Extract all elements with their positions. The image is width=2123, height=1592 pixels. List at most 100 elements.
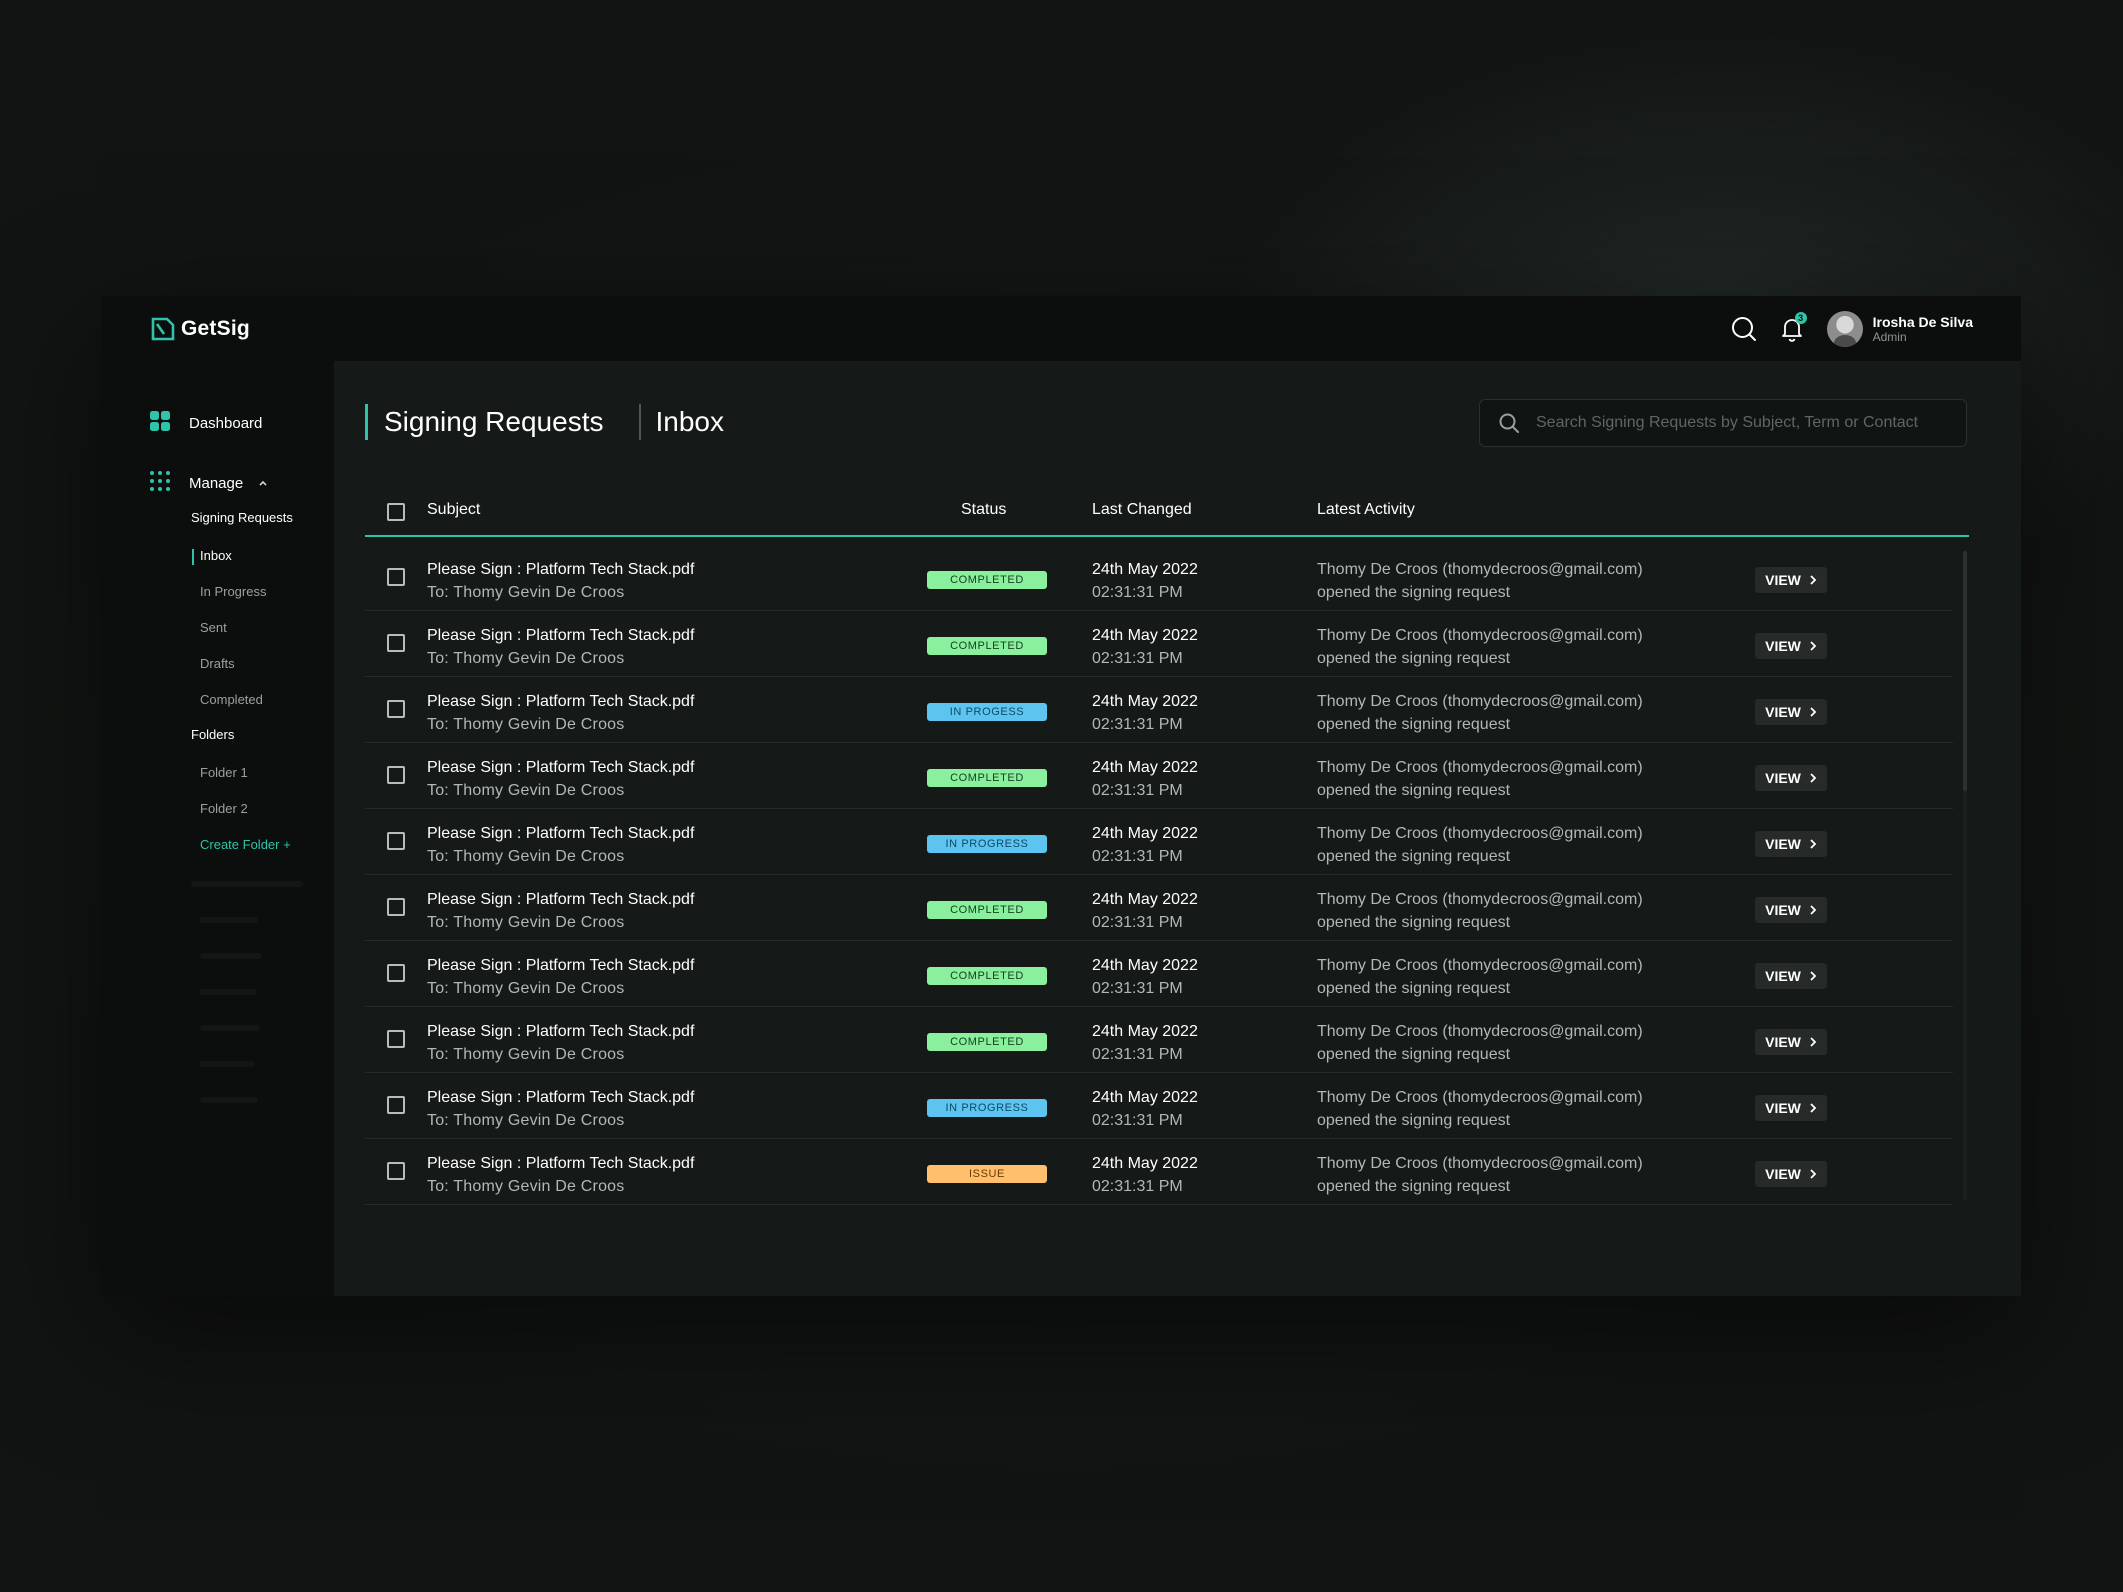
view-button[interactable]: VIEW xyxy=(1755,765,1827,791)
title-divider xyxy=(639,404,642,440)
row-subject: Please Sign : Platform Tech Stack.pdf xyxy=(427,957,695,974)
requests-table: Subject Status Last Changed Latest Activ… xyxy=(365,487,1969,1205)
row-checkbox[interactable] xyxy=(387,832,405,850)
view-button[interactable]: VIEW xyxy=(1755,897,1827,923)
column-status[interactable]: Status xyxy=(961,501,1006,519)
column-subject[interactable]: Subject xyxy=(427,501,480,519)
sidebar-item-inbox[interactable]: Inbox xyxy=(200,548,232,563)
sidebar-item-manage[interactable]: Manage xyxy=(149,470,269,496)
table-row[interactable]: Please Sign : Platform Tech Stack.pdf To:… xyxy=(365,1139,1953,1205)
faded-nav-item xyxy=(200,989,256,995)
manage-icon xyxy=(149,470,171,496)
row-subject: Please Sign : Platform Tech Stack.pdf xyxy=(427,561,695,578)
view-button[interactable]: VIEW xyxy=(1755,567,1827,593)
logo[interactable]: GetSig xyxy=(151,316,250,342)
view-button[interactable]: VIEW xyxy=(1755,1095,1827,1121)
row-activity: Thomy De Croos (thomydecroos@gmail.com) xyxy=(1317,561,1643,578)
table-row[interactable]: Please Sign : Platform Tech Stack.pdf To:… xyxy=(365,743,1953,809)
user-info[interactable]: Irosha De Silva Admin xyxy=(1873,314,1973,344)
row-checkbox[interactable] xyxy=(387,1030,405,1048)
view-button[interactable]: VIEW xyxy=(1755,1161,1827,1187)
page-title: Signing Requests xyxy=(384,406,604,437)
table-row[interactable]: Please Sign : Platform Tech Stack.pdf To:… xyxy=(365,677,1953,743)
row-date: 24th May 2022 xyxy=(1092,627,1198,644)
sidebar-item-label: Manage xyxy=(189,474,244,492)
view-button[interactable]: VIEW xyxy=(1755,831,1827,857)
row-date: 24th May 2022 xyxy=(1092,825,1198,842)
row-checkbox[interactable] xyxy=(387,964,405,982)
row-checkbox[interactable] xyxy=(387,1096,405,1114)
row-checkbox[interactable] xyxy=(387,766,405,784)
row-activity: Thomy De Croos (thomydecroos@gmail.com) xyxy=(1317,891,1643,908)
table-row[interactable]: Please Sign : Platform Tech Stack.pdf To:… xyxy=(365,1073,1953,1139)
row-activity: Thomy De Croos (thomydecroos@gmail.com) xyxy=(1317,693,1643,710)
status-badge: COMPLETED xyxy=(927,1033,1047,1051)
sidebar-item-in-progress[interactable]: In Progress xyxy=(200,584,266,599)
table-row[interactable]: Please Sign : Platform Tech Stack.pdf To:… xyxy=(365,611,1953,677)
select-all-checkbox[interactable] xyxy=(387,503,405,521)
faded-nav-item xyxy=(200,1097,258,1103)
chevron-right-icon xyxy=(1809,1036,1817,1048)
row-subject: Please Sign : Platform Tech Stack.pdf xyxy=(427,627,695,644)
column-latest-activity[interactable]: Latest Activity xyxy=(1317,501,1415,519)
table-row[interactable]: Please Sign : Platform Tech Stack.pdf To:… xyxy=(365,545,1953,611)
table-row[interactable]: Please Sign : Platform Tech Stack.pdf To:… xyxy=(365,1007,1953,1073)
view-button-label: VIEW xyxy=(1765,572,1801,588)
backdrop: GetSig 3 Irosha De Silva Admin Dashboard… xyxy=(0,0,2123,1592)
faded-nav-item xyxy=(200,1061,254,1067)
row-checkbox[interactable] xyxy=(387,1162,405,1180)
sidebar-item-folder-1[interactable]: Folder 1 xyxy=(200,765,248,780)
view-button[interactable]: VIEW xyxy=(1755,1029,1827,1055)
row-subject: Please Sign : Platform Tech Stack.pdf xyxy=(427,693,695,710)
view-button[interactable]: VIEW xyxy=(1755,633,1827,659)
scrollbar-thumb[interactable] xyxy=(1963,551,1967,791)
create-folder-link[interactable]: Create Folder + xyxy=(200,837,291,852)
row-date: 24th May 2022 xyxy=(1092,561,1198,578)
sidebar-item-folder-2[interactable]: Folder 2 xyxy=(200,801,248,816)
row-activity: Thomy De Croos (thomydecroos@gmail.com) xyxy=(1317,627,1643,644)
row-activity-detail: opened the signing request xyxy=(1317,650,1511,667)
row-recipient: To: Thomy Gevin De Croos xyxy=(427,584,625,601)
row-subject: Please Sign : Platform Tech Stack.pdf xyxy=(427,891,695,908)
sidebar-item-folders[interactable]: Folders xyxy=(191,727,234,742)
topbar-actions: 3 Irosha De Silva Admin xyxy=(1729,310,1973,348)
title-accent xyxy=(365,404,368,440)
user-name: Irosha De Silva xyxy=(1872,314,1973,330)
row-subject: Please Sign : Platform Tech Stack.pdf xyxy=(427,825,695,842)
view-button[interactable]: VIEW xyxy=(1755,699,1827,725)
status-badge: IN PROGRESS xyxy=(927,1099,1047,1117)
chevron-up-icon[interactable] xyxy=(257,477,269,489)
scrollbar[interactable] xyxy=(1963,551,1967,1201)
chevron-right-icon xyxy=(1809,970,1817,982)
row-checkbox[interactable] xyxy=(387,898,405,916)
sidebar-item-sent[interactable]: Sent xyxy=(200,620,227,635)
bell-icon[interactable]: 3 xyxy=(1777,312,1807,344)
search-icon[interactable] xyxy=(1729,314,1759,344)
chevron-right-icon xyxy=(1809,1102,1817,1114)
status-badge: ISSUE xyxy=(927,1165,1047,1183)
chevron-right-icon xyxy=(1809,772,1817,784)
row-time: 02:31:31 PM xyxy=(1092,650,1183,667)
row-activity-detail: opened the signing request xyxy=(1317,980,1511,997)
row-checkbox[interactable] xyxy=(387,568,405,586)
table-row[interactable]: Please Sign : Platform Tech Stack.pdf To:… xyxy=(365,875,1953,941)
sidebar-item-signing-requests[interactable]: Signing Requests xyxy=(191,510,293,525)
avatar[interactable] xyxy=(1826,311,1863,347)
view-button[interactable]: VIEW xyxy=(1755,963,1827,989)
view-button-label: VIEW xyxy=(1765,638,1801,654)
sidebar-item-dashboard[interactable]: Dashboard xyxy=(149,410,262,436)
row-checkbox[interactable] xyxy=(387,700,405,718)
search-box[interactable] xyxy=(1479,399,1967,447)
row-checkbox[interactable] xyxy=(387,634,405,652)
row-recipient: To: Thomy Gevin De Croos xyxy=(427,980,625,997)
status-badge: COMPLETED xyxy=(927,769,1047,787)
table-row[interactable]: Please Sign : Platform Tech Stack.pdf To:… xyxy=(365,809,1953,875)
search-input[interactable] xyxy=(1534,413,1958,433)
row-activity: Thomy De Croos (thomydecroos@gmail.com) xyxy=(1317,957,1643,974)
column-last-changed[interactable]: Last Changed xyxy=(1092,501,1192,519)
table-row[interactable]: Please Sign : Platform Tech Stack.pdf To:… xyxy=(365,941,1953,1007)
sidebar-item-drafts[interactable]: Drafts xyxy=(200,656,235,671)
row-time: 02:31:31 PM xyxy=(1092,914,1183,931)
view-button-label: VIEW xyxy=(1765,770,1801,786)
sidebar-item-completed[interactable]: Completed xyxy=(200,692,263,707)
